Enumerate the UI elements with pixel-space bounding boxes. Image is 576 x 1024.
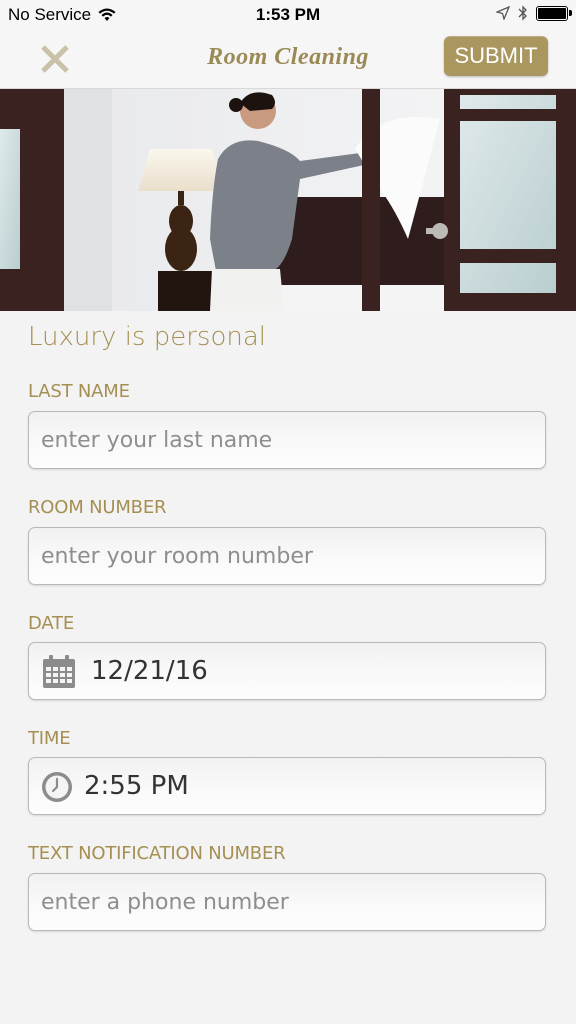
location-arrow-icon <box>496 6 510 20</box>
nav-bar: Room Cleaning SUBMIT <box>0 30 576 89</box>
last-name-input[interactable] <box>41 412 521 468</box>
calendar-icon <box>43 655 75 688</box>
battery-icon <box>536 5 572 21</box>
room-number-label: ROOM NUMBER <box>28 497 167 518</box>
tagline: Luxury is personal <box>28 322 267 352</box>
room-number-input[interactable] <box>41 528 521 584</box>
date-value: 12/21/16 <box>91 656 208 686</box>
room-number-field[interactable] <box>28 527 546 585</box>
time-field[interactable]: 2:55 PM <box>28 757 546 815</box>
phone-input[interactable] <box>41 874 521 930</box>
last-name-field[interactable] <box>28 411 546 469</box>
last-name-label: LAST NAME <box>28 381 130 402</box>
close-icon <box>41 45 69 73</box>
status-time: 1:53 PM <box>255 5 321 24</box>
bluetooth-icon <box>518 5 527 21</box>
date-label: DATE <box>28 613 75 634</box>
phone-field[interactable] <box>28 873 546 931</box>
status-bar: No Service 1:53 PM <box>0 0 576 30</box>
time-value: 2:55 PM <box>84 771 189 801</box>
status-right <box>496 5 572 21</box>
submit-button[interactable]: SUBMIT <box>444 36 548 76</box>
phone-label: TEXT NOTIFICATION NUMBER <box>28 843 286 864</box>
date-field[interactable]: 12/21/16 <box>28 642 546 700</box>
hero-image <box>0 89 576 311</box>
close-button[interactable] <box>36 40 74 78</box>
time-label: TIME <box>28 728 71 749</box>
clock-icon <box>42 772 72 802</box>
